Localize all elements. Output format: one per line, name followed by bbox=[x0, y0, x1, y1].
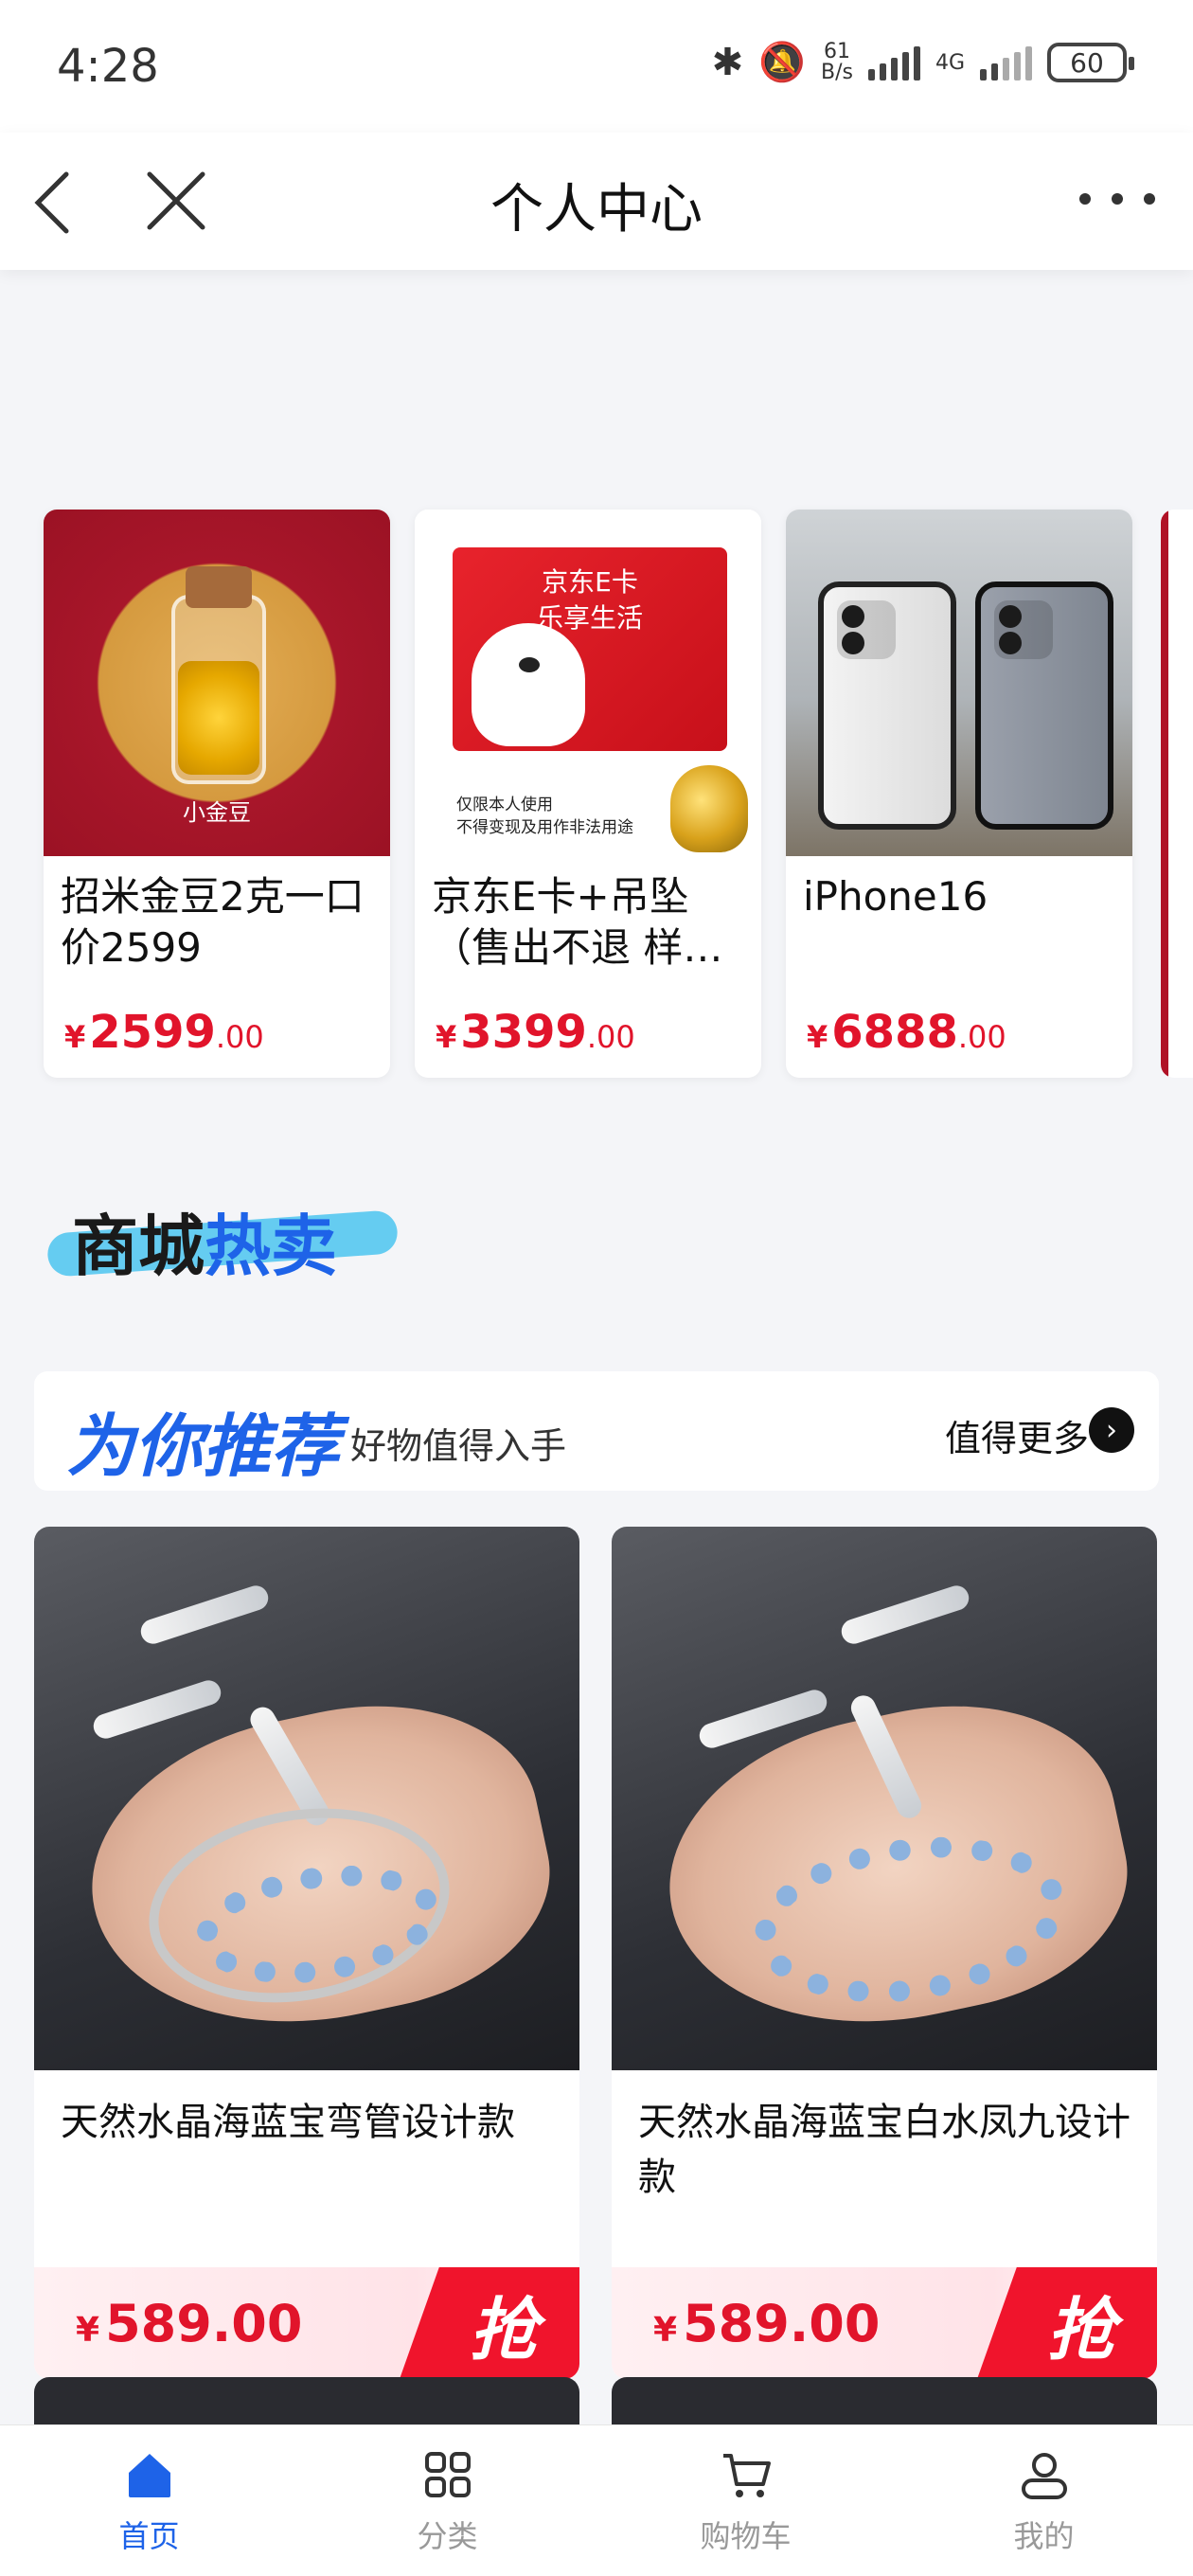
price-integer: 2599 bbox=[89, 1006, 216, 1059]
tab-label: 首页 bbox=[118, 2518, 180, 2554]
grab-label: 抢 bbox=[1046, 2289, 1115, 2370]
tab-home[interactable]: 首页 bbox=[0, 2425, 298, 2576]
price-decimal: .00 bbox=[586, 1019, 635, 1055]
iphone-graphic bbox=[818, 581, 956, 830]
recommend-title: 为你推荐 bbox=[66, 1406, 340, 1486]
price-decimal: .00 bbox=[957, 1019, 1006, 1055]
product-image bbox=[34, 1527, 579, 2070]
heading-part1: 商城 bbox=[72, 1208, 205, 1285]
product-name: 招米金豆2克一口价2599 bbox=[61, 873, 365, 971]
bluetooth-icon: ✱ bbox=[711, 41, 744, 84]
nail-graphic bbox=[137, 1583, 272, 1647]
product-price: ¥2599.00 bbox=[64, 1006, 264, 1059]
user-icon bbox=[1021, 2453, 1067, 2499]
nail-graphic bbox=[838, 1583, 972, 1647]
network-type: 4G bbox=[935, 50, 965, 75]
price-bar: ¥589.00 抢 bbox=[612, 2267, 1157, 2379]
nail-graphic bbox=[90, 1677, 224, 1742]
net-speed: 61 B/s bbox=[821, 42, 853, 83]
status-bar: 4:28 ✱ 🔕 61 B/s 4G 60 bbox=[0, 0, 1193, 133]
iphone-graphic bbox=[975, 581, 1113, 830]
status-time: 4:28 bbox=[57, 40, 159, 93]
gold-beans-graphic bbox=[178, 661, 259, 775]
product-card[interactable]: 小金豆 招米金豆2克一口价2599 ¥2599.00 bbox=[44, 510, 390, 1078]
more-icon[interactable] bbox=[1079, 180, 1155, 218]
home-icon bbox=[128, 2454, 170, 2497]
currency-symbol: ¥ bbox=[807, 1019, 828, 1055]
mute-bell-icon: 🔕 bbox=[758, 41, 806, 84]
signal-icon bbox=[867, 45, 920, 80]
arrow-right-icon[interactable]: › bbox=[1089, 1407, 1134, 1453]
image-label: 小金豆 bbox=[183, 799, 251, 826]
product-image: 京东E卡 乐享生活 仅限本人使用 不得变现及用作非法用途 bbox=[415, 510, 761, 856]
price-value: 589.00 bbox=[683, 2294, 881, 2353]
product-card[interactable]: 京东E卡 乐享生活 仅限本人使用 不得变现及用作非法用途 京东E卡+吊坠（售出不… bbox=[415, 510, 761, 1078]
grab-button[interactable]: 抢 bbox=[400, 2267, 579, 2379]
grab-button[interactable]: 抢 bbox=[977, 2267, 1157, 2379]
product-card-partial[interactable] bbox=[1161, 510, 1193, 1078]
recommend-card[interactable]: 天然水晶海蓝宝白水凤九设计款 ¥589.00 抢 bbox=[612, 1527, 1157, 2379]
product-price: ¥589.00 bbox=[76, 2294, 302, 2353]
heading-text: 商城热卖 bbox=[72, 1193, 337, 1289]
gold-pendant-graphic bbox=[670, 765, 748, 852]
signal-icon-2 bbox=[980, 45, 1032, 80]
recommend-header: 为你推荐 好物值得入手 值得更多 › bbox=[34, 1371, 1159, 1491]
product-card[interactable]: iPhone16 ¥6888.00 bbox=[786, 510, 1132, 1078]
price-integer: 3399 bbox=[460, 1006, 587, 1059]
see-more-link[interactable]: 值得更多 bbox=[945, 1409, 1089, 1461]
page-title: 个人中心 bbox=[490, 179, 703, 241]
tab-label: 分类 bbox=[417, 2518, 478, 2554]
currency-symbol: ¥ bbox=[76, 2311, 100, 2350]
product-name: iPhone16 bbox=[803, 873, 988, 920]
product-name: 京东E卡+吊坠（售出不退 样… bbox=[432, 873, 723, 971]
tab-label: 我的 bbox=[1013, 2518, 1075, 2554]
tab-category[interactable]: 分类 bbox=[298, 2425, 596, 2576]
currency-symbol: ¥ bbox=[64, 1019, 86, 1055]
battery-level: 60 bbox=[1070, 46, 1104, 79]
jd-card-note: 仅限本人使用 不得变现及用作非法用途 bbox=[456, 796, 633, 837]
bottom-tab-bar: 首页 分类 购物车 我的 bbox=[0, 2424, 1193, 2576]
price-value: 589.00 bbox=[105, 2294, 303, 2353]
product-name: 天然水晶海蓝宝弯管设计款 bbox=[61, 2101, 515, 2144]
tab-mine[interactable]: 我的 bbox=[895, 2425, 1193, 2576]
grab-label: 抢 bbox=[469, 2289, 538, 2370]
tab-label: 购物车 bbox=[700, 2518, 792, 2554]
product-image bbox=[612, 1527, 1157, 2070]
battery-icon: 60 bbox=[1047, 43, 1134, 82]
price-integer: 6888 bbox=[831, 1006, 958, 1059]
heading-part2: 热卖 bbox=[205, 1208, 337, 1285]
status-icons: ✱ 🔕 61 B/s 4G 60 bbox=[711, 41, 1134, 84]
product-image bbox=[786, 510, 1132, 856]
price-bar: ¥589.00 抢 bbox=[34, 2267, 579, 2379]
currency-symbol: ¥ bbox=[653, 2311, 678, 2350]
recommend-subtitle: 好物值得入手 bbox=[350, 1425, 567, 1467]
product-name: 天然水晶海蓝宝白水凤九设计款 bbox=[638, 2101, 1131, 2199]
product-image: 小金豆 bbox=[44, 510, 390, 856]
cart-icon bbox=[722, 2454, 771, 2497]
net-speed-unit: B/s bbox=[820, 61, 853, 84]
grid-icon bbox=[424, 2452, 471, 2497]
nav-bar: 个人中心 bbox=[0, 133, 1193, 270]
currency-symbol: ¥ bbox=[436, 1019, 457, 1055]
net-speed-value: 61 bbox=[823, 40, 850, 63]
product-price: ¥589.00 bbox=[653, 2294, 880, 2353]
recommend-card[interactable]: 天然水晶海蓝宝弯管设计款 ¥589.00 抢 bbox=[34, 1527, 579, 2379]
product-price: ¥3399.00 bbox=[436, 1006, 635, 1059]
jd-card-title: 京东E卡 乐享生活 bbox=[536, 566, 643, 634]
cork-graphic bbox=[186, 566, 252, 608]
jd-dog-graphic bbox=[472, 623, 585, 746]
product-row: 小金豆 招米金豆2克一口价2599 ¥2599.00 京东E卡 乐享生活 仅限本… bbox=[44, 510, 1132, 1078]
price-decimal: .00 bbox=[215, 1019, 264, 1055]
product-price: ¥6888.00 bbox=[807, 1006, 1006, 1059]
tab-cart[interactable]: 购物车 bbox=[596, 2425, 895, 2576]
